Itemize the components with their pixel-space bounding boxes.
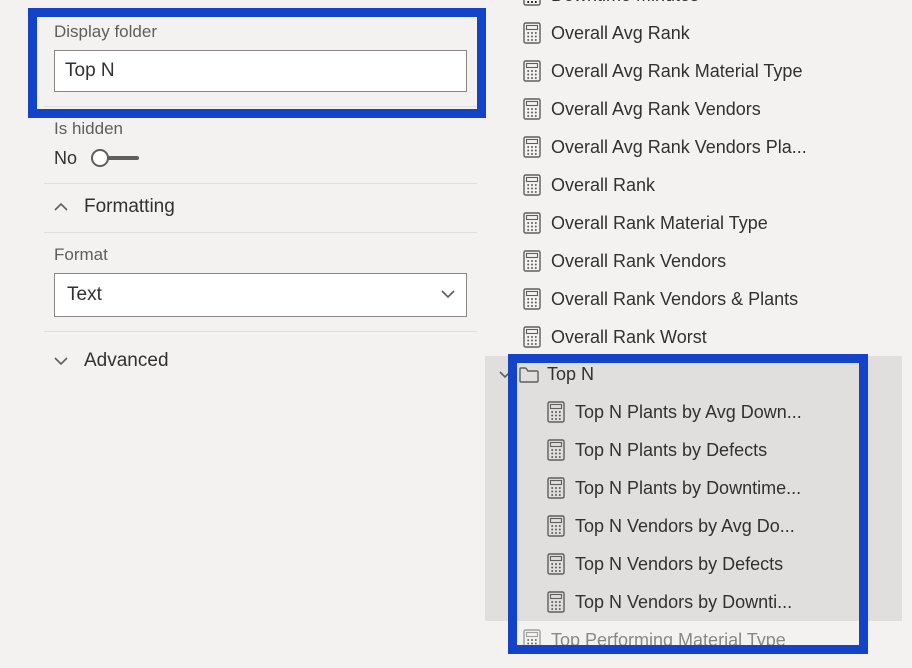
- selected-folder-block: Top N Top N Plants by Avg Down...Top N P…: [485, 356, 902, 621]
- field-item[interactable]: Overall Rank Vendors: [485, 242, 902, 280]
- measure-icon: [547, 477, 565, 499]
- measure-icon: [523, 98, 541, 120]
- chevron-down-icon: [54, 356, 68, 366]
- folder-children: Top N Plants by Avg Down... Top N Plants …: [485, 393, 902, 621]
- measure-icon: [547, 401, 565, 423]
- measure-icon: [523, 0, 541, 6]
- advanced-header: Advanced: [84, 350, 169, 372]
- chevron-down-icon: [499, 370, 511, 379]
- field-label: Downtime Minutes: [551, 0, 699, 6]
- field-item[interactable]: Top N Plants by Defects: [485, 431, 902, 469]
- measure-icon: [523, 288, 541, 310]
- field-item[interactable]: Downtime Minutes: [485, 0, 902, 14]
- field-label: Overall Rank: [551, 175, 655, 196]
- measure-icon: [547, 439, 565, 461]
- measure-icon: [523, 250, 541, 272]
- is-hidden-value-text: No: [54, 148, 77, 169]
- formatting-header: Formatting: [84, 196, 175, 218]
- field-item[interactable]: Overall Avg Rank Vendors Pla...: [485, 128, 902, 166]
- field-item[interactable]: Overall Avg Rank: [485, 14, 902, 52]
- field-item[interactable]: Overall Rank Material Type: [485, 204, 902, 242]
- field-item[interactable]: Overall Avg Rank Material Type: [485, 52, 902, 90]
- folder-icon: [519, 367, 539, 383]
- field-label: Top N Vendors by Defects: [575, 554, 783, 575]
- measure-list: Overall Avg Rank Overall Avg Rank Materia…: [485, 14, 902, 356]
- measure-icon: [523, 629, 541, 651]
- field-label: Overall Avg Rank: [551, 23, 690, 44]
- field-label: Top N Vendors by Avg Do...: [575, 516, 795, 537]
- properties-pane: Display folder Is hidden No Formatting F…: [0, 0, 485, 668]
- field-label: Top N Plants by Avg Down...: [575, 402, 802, 423]
- field-item[interactable]: Top N Vendors by Avg Do...: [485, 507, 902, 545]
- field-label: Overall Rank Material Type: [551, 213, 768, 234]
- measure-icon: [547, 553, 565, 575]
- field-item[interactable]: Overall Avg Rank Vendors: [485, 90, 902, 128]
- display-folder-section: Display folder: [44, 0, 477, 107]
- field-label: Overall Avg Rank Vendors: [551, 99, 761, 120]
- field-item[interactable]: Overall Rank Worst: [485, 318, 902, 356]
- field-label: Overall Rank Vendors: [551, 251, 726, 272]
- field-item[interactable]: Overall Rank: [485, 166, 902, 204]
- format-label: Format: [54, 245, 467, 265]
- measure-icon: [523, 136, 541, 158]
- chevron-down-icon: [441, 286, 455, 304]
- field-label: Overall Avg Rank Material Type: [551, 61, 802, 82]
- field-item[interactable]: Top N Vendors by Defects: [485, 545, 902, 583]
- folder-row[interactable]: Top N: [485, 356, 902, 393]
- measure-icon: [523, 60, 541, 82]
- is-hidden-label: Is hidden: [54, 119, 467, 139]
- field-label: Overall Rank Worst: [551, 327, 707, 348]
- measure-icon: [523, 174, 541, 196]
- field-label: Top N Plants by Defects: [575, 440, 767, 461]
- chevron-up-icon: [54, 202, 68, 212]
- field-label: Top N Vendors by Downti...: [575, 592, 792, 613]
- is-hidden-toggle[interactable]: [91, 147, 141, 169]
- field-label: Overall Avg Rank Vendors Pla...: [551, 137, 807, 158]
- field-item[interactable]: Top N Plants by Avg Down...: [485, 393, 902, 431]
- folder-name: Top N: [547, 364, 594, 385]
- fields-pane: Downtime Minutes Overall Avg RankOverall…: [485, 0, 902, 668]
- measure-icon: [523, 326, 541, 348]
- measure-icon: [523, 22, 541, 44]
- field-label: Overall Rank Vendors & Plants: [551, 289, 798, 310]
- field-item[interactable]: Top N Vendors by Downti...: [485, 583, 902, 621]
- measure-icon: [547, 591, 565, 613]
- advanced-header-row[interactable]: Advanced: [44, 332, 477, 386]
- field-label: Top Performing Material Type: [551, 630, 786, 651]
- field-item[interactable]: Top Performing Material Type: [485, 621, 902, 659]
- display-folder-input[interactable]: [54, 50, 467, 92]
- measure-icon: [547, 515, 565, 537]
- measure-icon: [523, 212, 541, 234]
- field-label: Top N Plants by Downtime...: [575, 478, 801, 499]
- format-section: Format Text: [44, 233, 477, 332]
- field-item[interactable]: Top N Plants by Downtime...: [485, 469, 902, 507]
- formatting-header-row[interactable]: Formatting: [44, 184, 477, 233]
- format-select[interactable]: Text: [54, 273, 467, 317]
- format-value: Text: [67, 284, 102, 306]
- display-folder-label: Display folder: [54, 22, 467, 42]
- is-hidden-section: Is hidden No: [44, 107, 477, 184]
- field-item[interactable]: Overall Rank Vendors & Plants: [485, 280, 902, 318]
